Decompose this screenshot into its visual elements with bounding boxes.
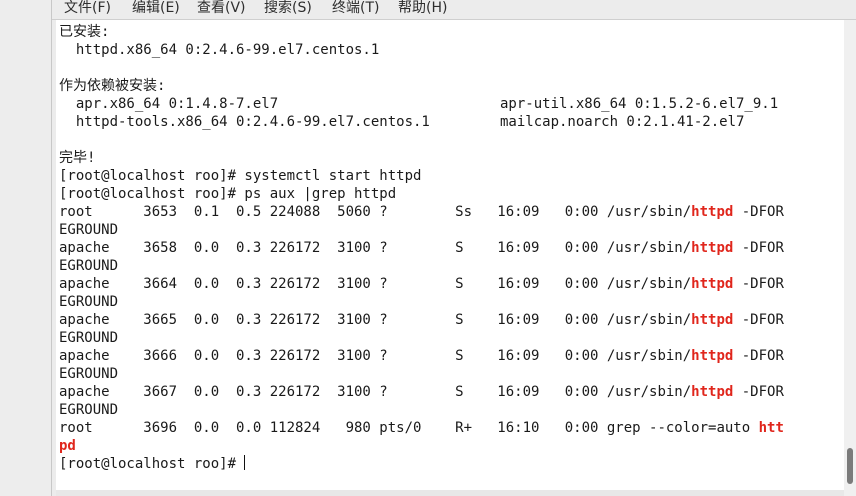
process-row: apache 3666 0.0 0.3 226172 3100 ? S 16:0…	[59, 347, 784, 365]
menu-bar: 文件(F) 编辑(E) 查看(V) 搜索(S) 终端(T) 帮助(H)	[52, 0, 856, 20]
menu-view[interactable]: 查看(V)	[197, 0, 246, 19]
match-highlight: httpd	[691, 204, 734, 220]
menu-edit[interactable]: 编辑(E)	[132, 0, 180, 19]
match-highlight: httpd	[691, 240, 734, 256]
dependency-mailcap: mailcap.noarch 0:2.1.41-2.el7	[500, 114, 745, 130]
command-ps-grep: [root@localhost roo]# ps aux |grep httpd	[59, 186, 397, 202]
process-args-wrap: EGROUND	[59, 258, 119, 274]
menu-terminal[interactable]: 终端(T)	[332, 0, 379, 19]
dependencies-header: 作为依赖被安装:	[59, 78, 166, 94]
menu-search[interactable]: 搜索(S)	[264, 0, 312, 19]
process-info: apache 3658 0.0 0.3 226172 3100 ? S 16:0…	[59, 240, 692, 256]
process-args-wrap: EGROUND	[59, 294, 119, 310]
grep-process-row: root 3696 0.0 0.0 112824 980 pts/0 R+ 16…	[59, 419, 784, 437]
process-args: -DFOR	[733, 276, 784, 292]
process-args: -DFOR	[733, 384, 784, 400]
grep-process-wrap: pd	[59, 437, 76, 455]
dependency-apr-util: apr-util.x86_64 0:1.5.2-6.el7_9.1	[500, 96, 779, 112]
process-args: -DFOR	[733, 240, 784, 256]
match-highlight: htt	[758, 420, 784, 436]
process-row: apache 3664 0.0 0.3 226172 3100 ? S 16:0…	[59, 275, 784, 293]
process-row: apache 3667 0.0 0.3 226172 3100 ? S 16:0…	[59, 383, 784, 401]
scrollbar-thumb[interactable]	[847, 448, 853, 484]
process-args: -DFOR	[733, 312, 784, 328]
left-window-edge	[0, 0, 52, 496]
match-highlight: pd	[59, 438, 76, 454]
process-info: apache 3667 0.0 0.3 226172 3100 ? S 16:0…	[59, 384, 692, 400]
shell-prompt[interactable]: [root@localhost roo]#	[59, 455, 246, 473]
menu-file[interactable]: 文件(F)	[64, 0, 111, 19]
vertical-scrollbar[interactable]	[844, 20, 856, 496]
done-message: 完毕!	[59, 150, 96, 166]
command-systemctl: [root@localhost roo]# systemctl start ht…	[59, 168, 422, 184]
process-info: root 3653 0.1 0.5 224088 5060 ? Ss 16:09…	[59, 204, 692, 220]
process-row: root 3653 0.1 0.5 224088 5060 ? Ss 16:09…	[59, 203, 784, 221]
match-highlight: httpd	[691, 384, 734, 400]
process-row: apache 3665 0.0 0.3 226172 3100 ? S 16:0…	[59, 311, 784, 329]
dependency-httpd-tools: httpd-tools.x86_64 0:2.4.6-99.el7.centos…	[59, 114, 430, 130]
process-args: -DFOR	[733, 204, 784, 220]
process-args-wrap: EGROUND	[59, 330, 119, 346]
process-args: -DFOR	[733, 348, 784, 364]
process-info: apache 3664 0.0 0.3 226172 3100 ? S 16:0…	[59, 276, 692, 292]
installed-header: 已安装:	[59, 24, 110, 40]
dependency-apr: apr.x86_64 0:1.4.8-7.el7	[59, 96, 279, 112]
process-row: apache 3658 0.0 0.3 226172 3100 ? S 16:0…	[59, 239, 784, 257]
terminal-output[interactable]: 已安装: httpd.x86_64 0:2.4.6-99.el7.centos.…	[56, 20, 844, 490]
match-highlight: httpd	[691, 348, 734, 364]
process-args-wrap: EGROUND	[59, 402, 119, 418]
menu-help[interactable]: 帮助(H)	[398, 0, 447, 19]
match-highlight: httpd	[691, 276, 734, 292]
match-highlight: httpd	[691, 312, 734, 328]
process-args-wrap: EGROUND	[59, 222, 119, 238]
process-info: root 3696 0.0 0.0 112824 980 pts/0 R+ 16…	[59, 420, 759, 436]
process-args-wrap: EGROUND	[59, 366, 119, 382]
prompt-text: [root@localhost roo]#	[59, 456, 245, 472]
process-info: apache 3665 0.0 0.3 226172 3100 ? S 16:0…	[59, 312, 692, 328]
installed-package: httpd.x86_64 0:2.4.6-99.el7.centos.1	[59, 42, 380, 58]
bottom-edge	[56, 490, 844, 496]
process-info: apache 3666 0.0 0.3 226172 3100 ? S 16:0…	[59, 348, 692, 364]
text-cursor	[244, 455, 246, 470]
